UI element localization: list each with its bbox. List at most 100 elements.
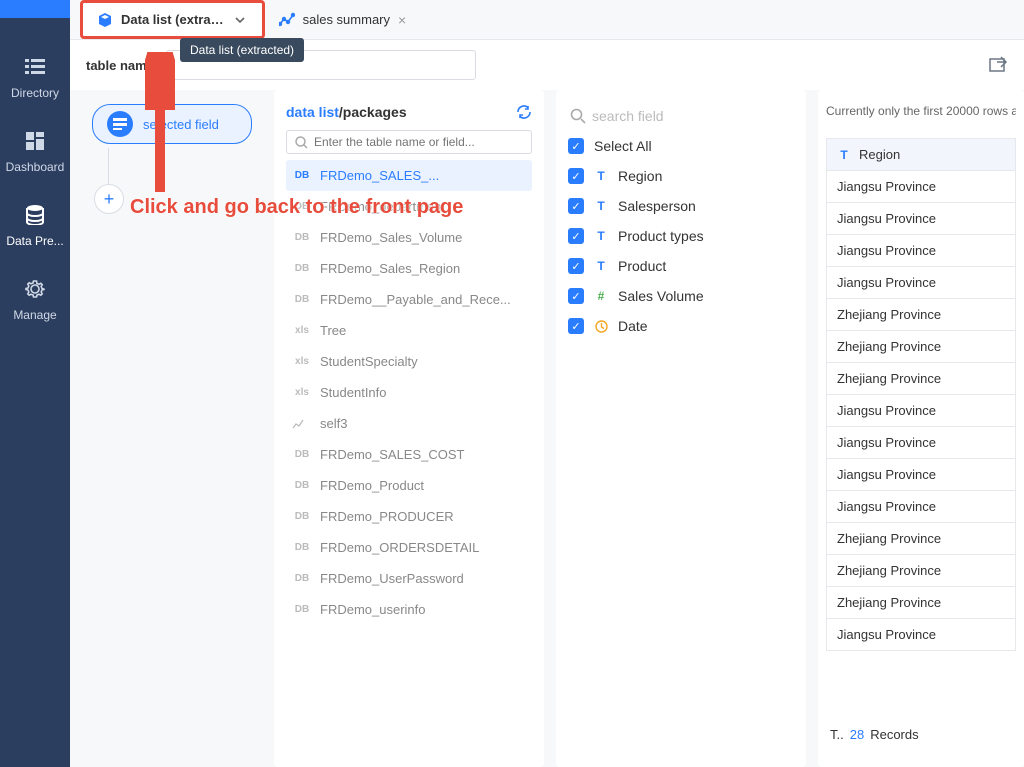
table-item-label: FRDemo_Sales_Volume bbox=[320, 230, 462, 245]
field-search-input[interactable] bbox=[592, 108, 792, 124]
search-icon bbox=[295, 136, 308, 149]
sidebar-item-label: Dashboard bbox=[6, 160, 65, 174]
sidebar-item-directory[interactable]: Directory bbox=[0, 38, 70, 112]
sidebar-item-label: Directory bbox=[11, 86, 59, 100]
checkbox[interactable]: ✓ bbox=[568, 228, 584, 244]
table-item-label: FRDemo_Sales_Region bbox=[320, 261, 460, 276]
xls-icon: xls bbox=[292, 325, 312, 336]
chart-icon bbox=[279, 12, 295, 28]
field-item[interactable]: ✓Select All bbox=[568, 138, 794, 154]
tables-column: data list/packages DBFRDemo_SALES_...DBF… bbox=[274, 90, 544, 767]
data-cell: Zhejiang Province bbox=[826, 523, 1016, 555]
export-icon[interactable] bbox=[988, 55, 1008, 75]
add-step-button[interactable]: + bbox=[94, 184, 124, 214]
table-item[interactable]: DB FRDemo_PRODUCER bbox=[286, 501, 532, 532]
table-item-label: FRDemo_PRODUCER bbox=[320, 509, 454, 524]
table-item[interactable]: DB FRDemo_Sales_Region bbox=[286, 253, 532, 284]
db-icon: DB bbox=[292, 573, 312, 584]
table-item[interactable]: DBFRDemo_ORDERSDETAIL bbox=[286, 532, 532, 563]
table-item-label: FRDemo_UserPassword bbox=[320, 571, 464, 586]
sidebar-item-dashboard[interactable]: Dashboard bbox=[0, 112, 70, 186]
data-column: Currently only the first 20000 rows are … bbox=[818, 90, 1024, 767]
table-item[interactable]: xlsTree bbox=[286, 315, 532, 346]
table-item-label: FRDemo_Product bbox=[320, 478, 424, 493]
chevron-down-icon[interactable] bbox=[232, 12, 248, 28]
table-item-label: StudentSpecialty bbox=[320, 354, 418, 369]
selected-field-pill[interactable]: selected field bbox=[92, 104, 252, 144]
date-type-icon bbox=[594, 319, 608, 333]
chart-icon bbox=[292, 418, 312, 430]
data-cell: Zhejiang Province bbox=[826, 587, 1016, 619]
data-column-header[interactable]: T Region bbox=[826, 138, 1016, 171]
sidebar-item-manage[interactable]: Manage bbox=[0, 260, 70, 334]
checkbox[interactable]: ✓ bbox=[568, 258, 584, 274]
table-item[interactable]: DBFRDemo_Sales_Volume bbox=[286, 222, 532, 253]
field-item[interactable]: ✓TRegion bbox=[568, 168, 794, 184]
checkbox[interactable]: ✓ bbox=[568, 318, 584, 334]
content-area: selected field + data list/packages D bbox=[70, 90, 1024, 767]
checkbox[interactable]: ✓ bbox=[568, 168, 584, 184]
table-item-label: StudentInfo bbox=[320, 385, 387, 400]
refresh-icon[interactable] bbox=[516, 104, 532, 120]
table-item-label: self3 bbox=[320, 416, 347, 431]
table-item[interactable]: DBFRDemo_department bbox=[286, 191, 532, 222]
data-cell: Zhejiang Province bbox=[826, 299, 1016, 331]
data-cell: Jiangsu Province bbox=[826, 619, 1016, 651]
text-type-icon: T bbox=[594, 169, 608, 183]
table-item[interactable]: DBFRDemo__Payable_and_Rece... bbox=[286, 284, 532, 315]
data-cell: Zhejiang Province bbox=[826, 363, 1016, 395]
table-item[interactable]: DB FRDemo_UserPassword bbox=[286, 563, 532, 594]
xls-icon: xls bbox=[292, 356, 312, 367]
table-list: DBFRDemo_SALES_...DBFRDemo_departmentDBF… bbox=[286, 160, 532, 753]
db-icon: DB bbox=[292, 263, 312, 274]
tab-sales-summary[interactable]: sales summary × bbox=[265, 0, 421, 39]
app-logo[interactable] bbox=[0, 0, 70, 18]
db-icon: DB bbox=[292, 511, 312, 522]
pipeline-column: selected field + bbox=[82, 90, 262, 767]
field-label: Product types bbox=[618, 228, 704, 244]
close-icon[interactable]: × bbox=[398, 12, 406, 28]
tables-breadcrumb[interactable]: data list/packages bbox=[286, 104, 407, 120]
field-item[interactable]: ✓ Date bbox=[568, 318, 794, 334]
field-item[interactable]: ✓#Sales Volume bbox=[568, 288, 794, 304]
table-item[interactable]: DBFRDemo_SALES_... bbox=[286, 160, 532, 191]
tab-label: Data list (extra… bbox=[121, 12, 224, 27]
field-item[interactable]: ✓ T Salesperson bbox=[568, 198, 794, 214]
field-list: ✓Select All✓TRegion✓TSalesperson✓TProduc… bbox=[568, 138, 794, 334]
field-label: Date bbox=[618, 318, 648, 334]
table-item[interactable]: DBFRDemo_SALES_COST bbox=[286, 439, 532, 470]
checkbox[interactable]: ✓ bbox=[568, 138, 584, 154]
package-icon bbox=[97, 12, 113, 28]
xls-icon: xls bbox=[292, 387, 312, 398]
field-item[interactable]: ✓TProduct types bbox=[568, 228, 794, 244]
field-icon bbox=[107, 111, 133, 137]
toolbar-label: table name bbox=[86, 58, 154, 73]
checkbox[interactable]: ✓ bbox=[568, 198, 584, 214]
data-cell: Jiangsu Province bbox=[826, 459, 1016, 491]
table-item-label: FRDemo_department bbox=[320, 199, 445, 214]
tab-data-list[interactable]: Data list (extra… bbox=[80, 0, 265, 39]
checkbox[interactable]: ✓ bbox=[568, 288, 584, 304]
data-cell: Jiangsu Province bbox=[826, 395, 1016, 427]
tab-tooltip: Data list (extracted) bbox=[180, 38, 304, 62]
table-item[interactable]: DBFRDemo_Product bbox=[286, 470, 532, 501]
data-cell: Jiangsu Province bbox=[826, 235, 1016, 267]
data-notice: Currently only the first 20000 rows are … bbox=[826, 104, 1016, 118]
table-item-label: FRDemo__Payable_and_Rece... bbox=[320, 292, 511, 307]
table-search[interactable] bbox=[286, 130, 532, 154]
sidebar-item-data-pre[interactable]: Data Pre... bbox=[0, 186, 70, 260]
table-search-input[interactable] bbox=[314, 135, 523, 149]
app-sidebar: Directory Dashboard Data Pre... Manage bbox=[0, 0, 70, 767]
database-icon bbox=[24, 204, 46, 226]
text-type-icon: T bbox=[594, 199, 608, 213]
field-label: Salesperson bbox=[618, 198, 696, 214]
data-cell: Jiangsu Province bbox=[826, 427, 1016, 459]
field-label: Product bbox=[618, 258, 666, 274]
field-item[interactable]: ✓TProduct bbox=[568, 258, 794, 274]
table-item[interactable]: xls StudentInfo bbox=[286, 377, 532, 408]
table-item[interactable]: DBFRDemo_userinfo bbox=[286, 594, 532, 625]
sidebar-item-label: Data Pre... bbox=[6, 234, 63, 248]
table-item[interactable]: self3 bbox=[286, 408, 532, 439]
db-icon: DB bbox=[292, 604, 312, 615]
table-item[interactable]: xls StudentSpecialty bbox=[286, 346, 532, 377]
